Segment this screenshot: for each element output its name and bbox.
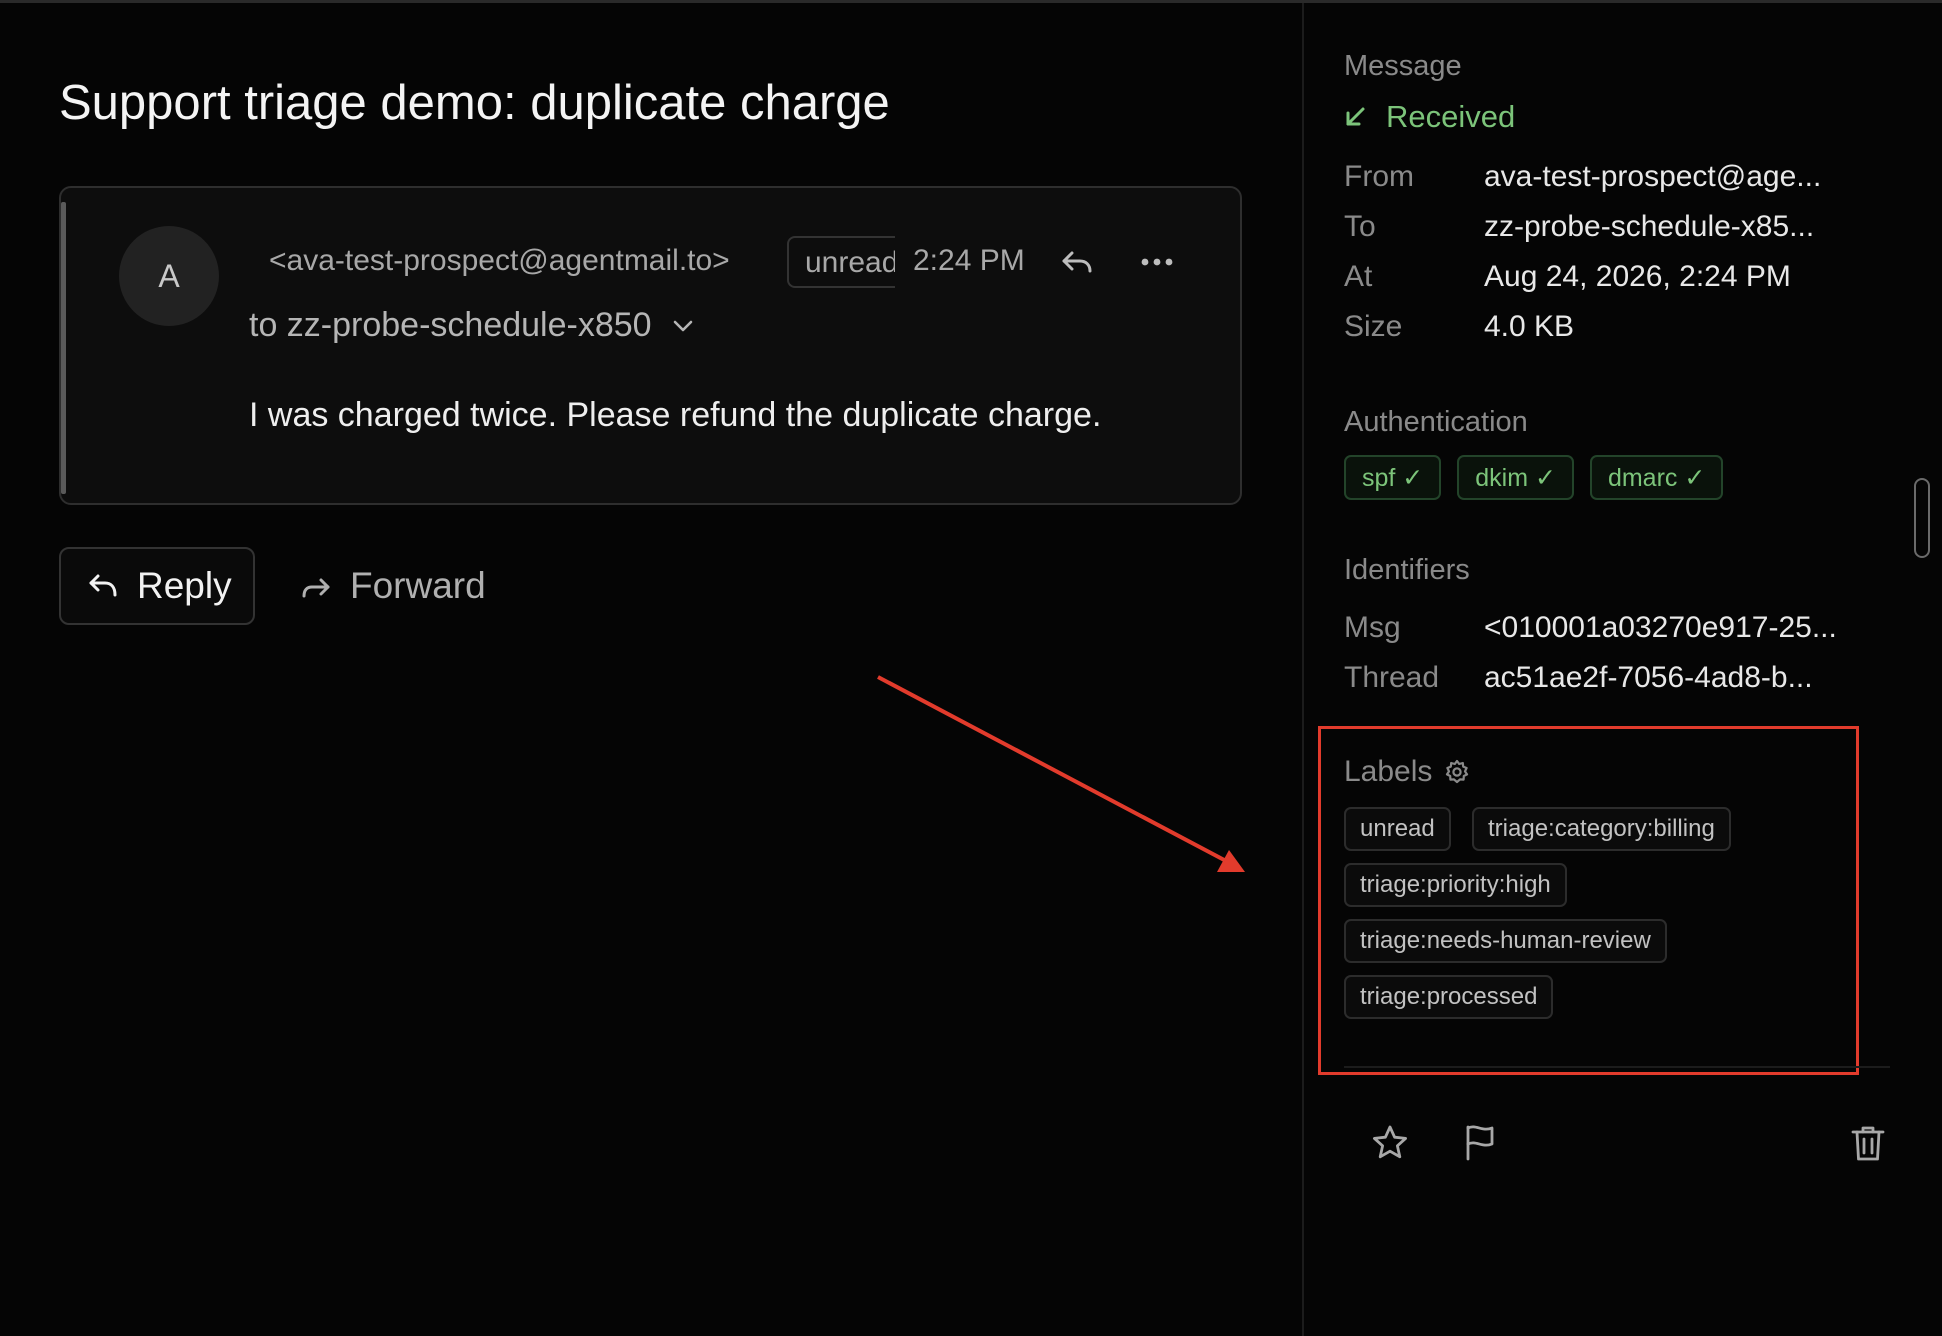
meta-value: ava-test-prospect@age... — [1484, 160, 1822, 193]
message-time: 2:24 PM — [913, 244, 1025, 277]
message-view: Support triage demo: duplicate charge A … — [0, 3, 1302, 1336]
message-details-panel: Message Received From ava-test-prospect@… — [1304, 3, 1942, 1336]
label-chip[interactable]: triage:priority:high — [1344, 863, 1567, 907]
message-section-title: Message — [1344, 50, 1462, 82]
meta-key: To — [1344, 210, 1376, 243]
meta-value: 4.0 KB — [1484, 310, 1575, 343]
forward-button[interactable]: Forward — [300, 547, 486, 625]
meta-value: Aug 24, 2026, 2:24 PM — [1484, 260, 1791, 293]
more-horizontal-icon — [1141, 258, 1173, 266]
sidebar-scrollbar[interactable] — [1914, 478, 1930, 558]
meta-key: At — [1344, 260, 1373, 293]
gear-icon[interactable] — [1444, 759, 1470, 785]
reply-icon — [89, 574, 117, 597]
identifier-key: Thread — [1344, 661, 1440, 694]
labels-title-text: Labels — [1344, 755, 1433, 788]
identifier-value[interactable]: ac51ae2f-7056-4ad8-b... — [1484, 661, 1813, 695]
sender-address: <ava-test-prospect@agentmail.to> — [269, 244, 730, 277]
message-accent-bar — [61, 202, 66, 494]
star-button[interactable] — [1360, 1113, 1420, 1173]
identifier-value[interactable]: <010001a03270e917-25... — [1484, 611, 1837, 645]
forward-icon — [302, 578, 330, 598]
message-reply-button[interactable] — [1047, 234, 1107, 290]
auth-chip-dkim: dkim ✓ — [1457, 455, 1574, 500]
label-chip[interactable]: unread — [1344, 807, 1451, 851]
auth-section-title: Authentication — [1344, 406, 1528, 438]
star-icon — [1373, 1125, 1407, 1159]
labels-section-title: Labels — [1344, 755, 1470, 789]
recipient-toggle[interactable]: to zz-probe-schedule-x850 — [249, 306, 694, 345]
meta-value: zz-probe-schedule-x85... — [1484, 210, 1815, 243]
forward-button-label: Forward — [350, 565, 486, 606]
flag-icon — [1466, 1125, 1494, 1161]
sender-avatar: A — [119, 226, 219, 326]
reply-icon — [1062, 251, 1092, 273]
identifiers-section-title: Identifiers — [1344, 554, 1470, 586]
message-subject: Support triage demo: duplicate charge — [59, 76, 890, 130]
direction-label: Received — [1386, 99, 1516, 134]
reply-button-label: Reply — [137, 565, 232, 606]
label-chip[interactable]: triage:needs-human-review — [1344, 919, 1667, 963]
chevron-down-icon — [673, 320, 692, 331]
auth-chip-dmarc: dmarc ✓ — [1589, 455, 1724, 500]
recipient-text: to zz-probe-schedule-x850 — [249, 306, 652, 344]
meta-key: Size — [1344, 310, 1403, 343]
meta-key: From — [1344, 160, 1414, 193]
delete-button[interactable] — [1838, 1113, 1898, 1173]
message-body: I was charged twice. Please refund the d… — [249, 396, 1102, 434]
arrow-down-left-icon — [1346, 107, 1365, 126]
label-chip[interactable]: triage:processed — [1344, 975, 1554, 1019]
direction-status: Received — [1344, 99, 1515, 135]
reply-button[interactable]: Reply — [59, 547, 255, 625]
message-card: A <ava-test-prospect@agentmail.to> unrea… — [59, 186, 1242, 505]
flag-button[interactable] — [1450, 1113, 1510, 1173]
label-chip[interactable]: triage:category:billing — [1472, 807, 1731, 851]
auth-chip-spf: spf ✓ — [1344, 455, 1442, 500]
section-divider — [1344, 1066, 1890, 1068]
message-more-button[interactable] — [1127, 234, 1187, 290]
status-badge: unread — [787, 236, 895, 288]
auth-results: spf ✓ dkim ✓ dmarc ✓ — [1344, 455, 1724, 500]
identifier-key: Msg — [1344, 611, 1401, 644]
trash-icon — [1851, 1126, 1885, 1161]
